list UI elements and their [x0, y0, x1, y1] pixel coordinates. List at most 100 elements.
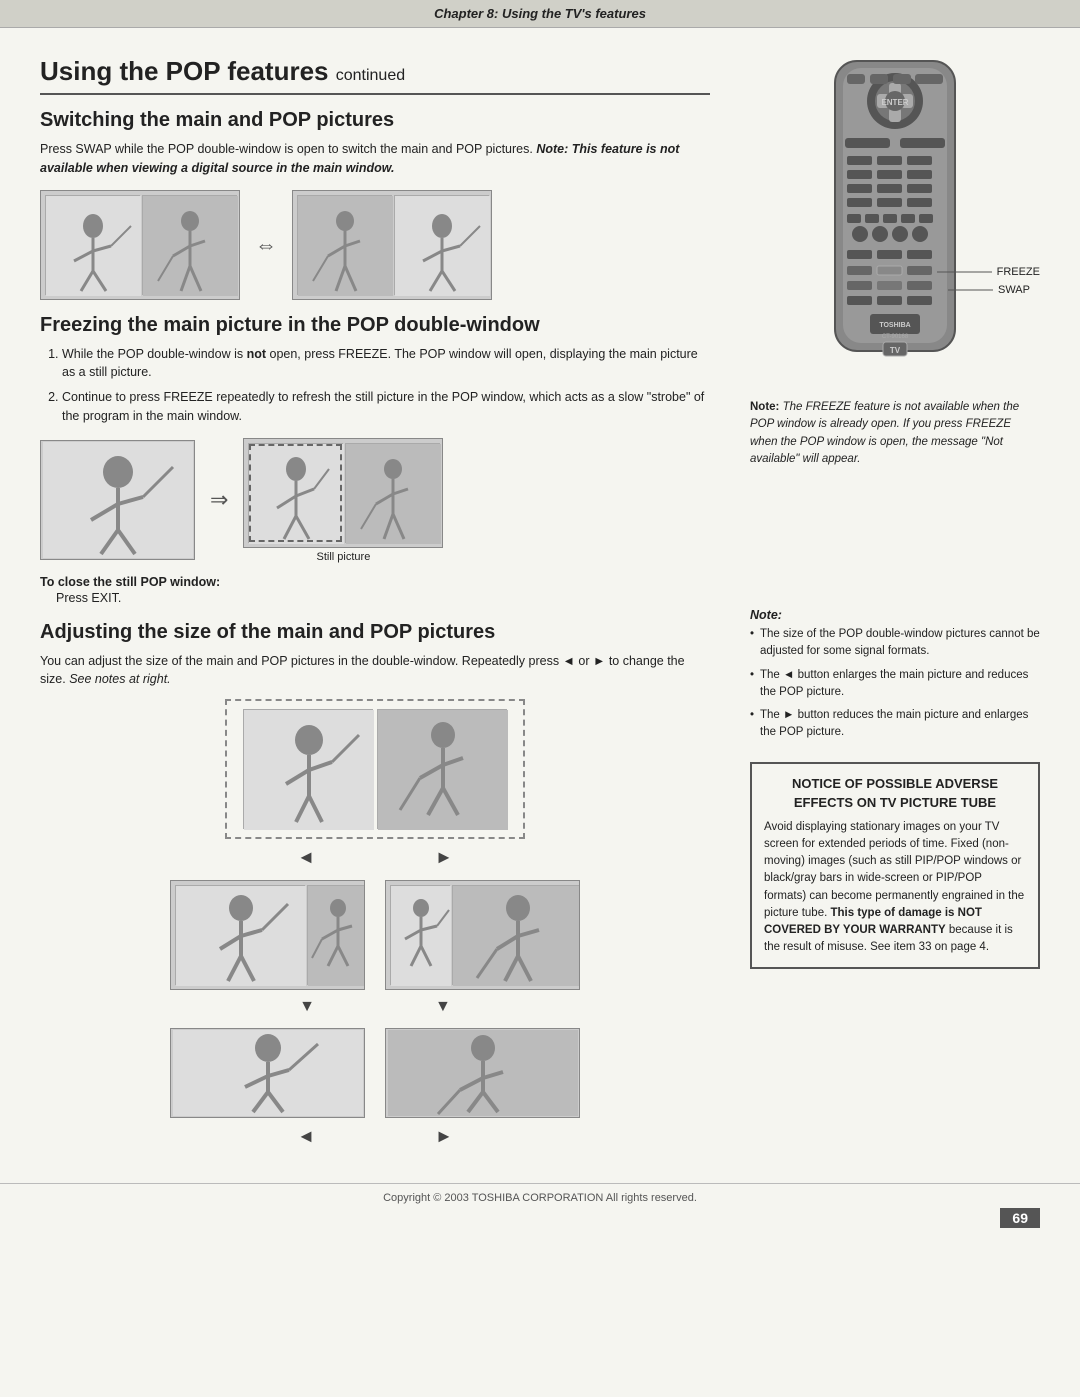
- size-bottom-arrows: ◄ ►: [297, 1126, 453, 1147]
- right-column: ENTER: [740, 46, 1040, 1153]
- svg-text:TV: TV: [890, 346, 901, 355]
- swap-label-wrap: SWAP: [948, 284, 1030, 296]
- freeze-steps: While the POP double-window is not open,…: [62, 345, 710, 426]
- panel-golfer: [142, 195, 237, 295]
- size-main-big: [175, 885, 305, 985]
- down-arrow-right: ▼: [435, 998, 451, 1016]
- chapter-title: Chapter 8: Using the TV's features: [434, 6, 646, 21]
- panel-golfer2: [297, 195, 392, 295]
- section-adjusting: Adjusting the size of the main and POP p…: [40, 621, 710, 1154]
- freeze-step-2: Continue to press FREEZE repeatedly to r…: [62, 388, 710, 426]
- panel-batter2: [394, 195, 489, 295]
- size-bottom-left-box: [170, 1028, 365, 1118]
- switching-heading: Switching the main and POP pictures: [40, 109, 710, 132]
- copyright: Copyright © 2003 TOSHIBA CORPORATION All…: [383, 1192, 697, 1204]
- section-switching: Switching the main and POP pictures Pres…: [40, 109, 710, 300]
- svg-text:TOSHIBA: TOSHIBA: [879, 322, 910, 329]
- size-result-right: [385, 880, 580, 990]
- freeze-arrow: ⇒: [205, 487, 233, 513]
- size-bottom-right: [385, 1028, 580, 1118]
- size-box-inner: [237, 703, 513, 835]
- left-arrow-col: ◄: [297, 847, 315, 868]
- freeze-panel-left: [248, 443, 343, 543]
- switching-img-right: [292, 190, 492, 300]
- size-result-left-box: [170, 880, 365, 990]
- remote-with-labels: ENTER: [815, 56, 975, 379]
- size-pip-big: [452, 885, 580, 985]
- freeze-img-right-wrap: Still picture: [243, 438, 443, 563]
- size-pip-small: [307, 885, 365, 985]
- footer-area: Copyright © 2003 TOSHIBA CORPORATION All…: [0, 1163, 1080, 1234]
- page-number: 69: [1000, 1208, 1040, 1228]
- bottom-right-arrow: ►: [435, 1126, 453, 1147]
- left-arrow-icon: ◄: [297, 847, 315, 868]
- press-exit: Press EXIT.: [56, 591, 710, 605]
- see-notes: See notes at right.: [69, 672, 170, 686]
- svg-text:CT-90168: CT-90168: [882, 334, 909, 340]
- size-down-arrows: ▼ ▼: [299, 998, 451, 1016]
- adjusting-heading: Adjusting the size of the main and POP p…: [40, 621, 710, 644]
- size-results-row: [170, 880, 580, 990]
- page-title: Using the POP features continued: [40, 46, 710, 95]
- remote-wrap: ENTER: [750, 56, 1040, 379]
- size-bottom-row: [170, 1028, 580, 1118]
- bottom-right-arrow-col: ►: [435, 1126, 453, 1147]
- freeze-label-wrap: FREEZE: [937, 266, 1040, 278]
- to-close-label: To close the still POP window:: [40, 575, 710, 589]
- freeze-note-bold: Note:: [750, 401, 779, 413]
- notice-body: Avoid displaying stationary images on yo…: [764, 819, 1026, 957]
- down-arrow-left: ▼: [299, 998, 315, 1016]
- freeze-note-italic: The FREEZE feature is not available when…: [750, 401, 1019, 465]
- size-arrows-row: ◄ ►: [297, 847, 453, 868]
- page: Chapter 8: Using the TV's features Using…: [0, 0, 1080, 1397]
- size-result-right-box: [385, 880, 580, 990]
- left-down-col: ▼: [299, 998, 315, 1016]
- size-main-panel: [243, 709, 373, 829]
- adjusting-body: You can adjust the size of the main and …: [40, 652, 710, 690]
- freeze-note-text: Note: The FREEZE feature is not availabl…: [750, 399, 1040, 468]
- freeze-images: ⇒: [40, 438, 710, 563]
- switching-img-left: [40, 190, 240, 300]
- freeze-label: FREEZE: [997, 266, 1040, 278]
- size-result-left: [170, 880, 365, 990]
- size-pip-panel: [377, 709, 507, 829]
- freeze-note-box: Note: The FREEZE feature is not availabl…: [750, 399, 1040, 468]
- size-top-area: [225, 699, 525, 839]
- right-arrow-col: ►: [435, 847, 453, 868]
- note-bullet-1: The size of the POP double-window pictur…: [750, 626, 1040, 661]
- note-bullet-3: The ► button reduces the main picture an…: [750, 707, 1040, 742]
- svg-text:ENTER: ENTER: [881, 98, 908, 107]
- still-picture-label: Still picture: [317, 551, 371, 563]
- right-arrow-icon: ►: [435, 847, 453, 868]
- size-main-small: [390, 885, 450, 985]
- panel-batter: [45, 195, 140, 295]
- note-bullet-2: The ◄ button enlarges the main picture a…: [750, 667, 1040, 702]
- bottom-left-arrow-col: ◄: [297, 1126, 315, 1147]
- freeze-img-left: [40, 440, 195, 560]
- freezing-heading: Freezing the main picture in the POP dou…: [40, 314, 710, 337]
- size-dashed-box-top: [225, 699, 525, 839]
- page-num-bar: 69: [0, 1208, 1080, 1234]
- freeze-step-1: While the POP double-window is not open,…: [62, 345, 710, 383]
- bottom-left-arrow: ◄: [297, 1126, 315, 1147]
- note-title: Note:: [750, 608, 1040, 622]
- section-freezing: Freezing the main picture in the POP dou…: [40, 314, 710, 605]
- notice-title: NOTICE OF POSSIBLE ADVERSEEFFECTS ON TV …: [764, 774, 1026, 813]
- swap-label: SWAP: [998, 284, 1030, 296]
- size-bottom-left: [170, 1028, 365, 1118]
- footer: Copyright © 2003 TOSHIBA CORPORATION All…: [0, 1183, 1080, 1208]
- continued-label: continued: [336, 67, 405, 84]
- freeze-img-right: [243, 438, 443, 548]
- freeze-panel-right: [345, 443, 440, 543]
- right-down-col: ▼: [435, 998, 451, 1016]
- remote-svg: ENTER: [815, 56, 975, 376]
- left-column: Using the POP features continued Switchi…: [40, 46, 740, 1153]
- switch-arrow: ⇔: [250, 232, 282, 258]
- switching-body: Press SWAP while the POP double-window i…: [40, 140, 710, 178]
- size-diagrams: ◄ ►: [40, 699, 710, 1153]
- switching-images: ⇔: [40, 190, 710, 300]
- notice-box: NOTICE OF POSSIBLE ADVERSEEFFECTS ON TV …: [750, 762, 1040, 969]
- size-bottom-right-box: [385, 1028, 580, 1118]
- note-section: Note: The size of the POP double-window …: [750, 608, 1040, 742]
- chapter-header: Chapter 8: Using the TV's features: [0, 0, 1080, 28]
